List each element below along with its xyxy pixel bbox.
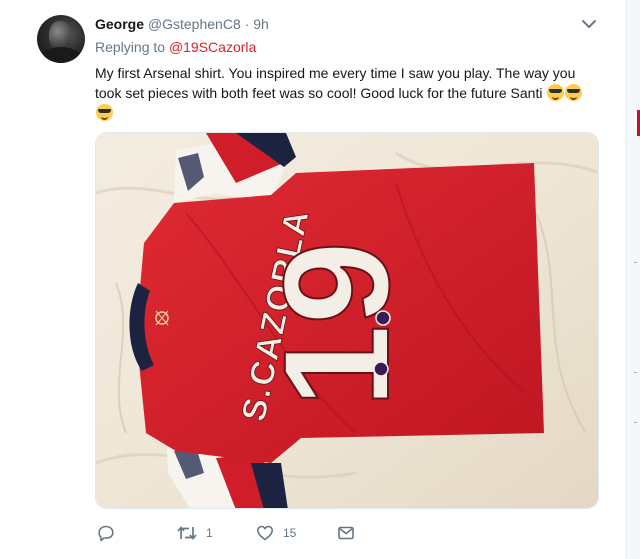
tweet-photo[interactable]: S.CAZORLA 19 (95, 132, 599, 509)
author-name[interactable]: George (95, 16, 144, 32)
tweet-card[interactable]: George @GstephenC8 · 9h Replying to @19S… (0, 0, 626, 559)
like-count: 15 (283, 526, 297, 540)
reply-icon (98, 525, 114, 542)
tweet-text: My first Arsenal shirt. You inspired me … (95, 63, 595, 123)
shirt-photo: S.CAZORLA 19 (96, 133, 598, 508)
chevron-down-icon[interactable] (580, 15, 598, 33)
edge-tick (634, 372, 637, 373)
replying-to: Replying to @19SCazorla (95, 39, 256, 55)
sunglasses-emoji-icon (565, 84, 583, 101)
timeline-edge (626, 0, 640, 559)
retweet-button[interactable]: 1 (177, 522, 213, 544)
shirt-number: 19 (252, 241, 420, 408)
tweet-header: George @GstephenC8 · 9h (95, 15, 269, 33)
retweet-count: 1 (206, 526, 213, 540)
sunglasses-emoji-icon (547, 84, 565, 101)
sunglasses-emoji-icon (96, 104, 113, 121)
tweet-text-body: My first Arsenal shirt. You inspired me … (95, 65, 576, 101)
author-handle[interactable]: @GstephenC8 (148, 16, 241, 32)
like-button[interactable]: 15 (256, 522, 296, 544)
avatar[interactable] (37, 15, 85, 63)
separator-dot: · (244, 16, 250, 32)
envelope-icon (338, 526, 354, 540)
edge-tick (634, 422, 637, 423)
reply-button[interactable] (97, 522, 115, 544)
avatar-shoulder (39, 47, 83, 63)
replying-to-handle[interactable]: @19SCazorla (169, 39, 256, 55)
tweet-actions: 1 15 (95, 522, 395, 544)
retweet-icon (177, 526, 197, 540)
tweet-time[interactable]: 9h (253, 16, 269, 32)
edge-tick (634, 262, 637, 263)
replying-to-label: Replying to (95, 39, 166, 55)
heart-icon (257, 525, 273, 541)
direct-message-button[interactable] (337, 522, 355, 544)
